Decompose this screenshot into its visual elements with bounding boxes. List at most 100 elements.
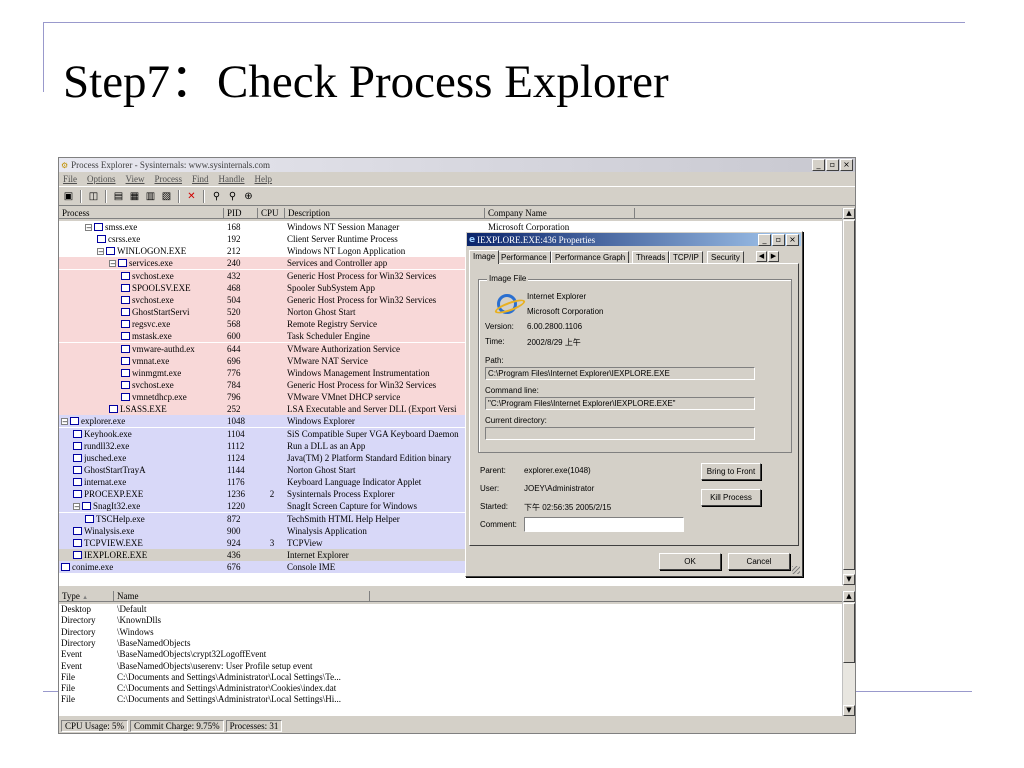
process-name-cell: vmnetdhcp.exe bbox=[121, 391, 224, 403]
handle-row[interactable]: File C:\Documents and Settings\Administra… bbox=[59, 672, 843, 683]
resize-grip-icon[interactable] bbox=[792, 566, 800, 574]
tab-scroll-left-button[interactable]: ◀ bbox=[756, 251, 767, 262]
handle-name: \BaseNamedObjects\crypt32LogoffEvent bbox=[117, 649, 267, 660]
toolbar-separator bbox=[178, 189, 180, 203]
scroll-down-arrow[interactable]: ▼ bbox=[843, 574, 855, 585]
process-icon bbox=[97, 235, 106, 244]
dialog-close-button[interactable]: × bbox=[786, 234, 799, 246]
kill-process-icon[interactable]: ✕ bbox=[185, 190, 198, 203]
dll-view-icon[interactable]: ▧ bbox=[160, 190, 173, 203]
tab-performance[interactable]: Performance bbox=[497, 251, 551, 263]
handle-row[interactable]: Directory \KnownDlls bbox=[59, 615, 843, 626]
process-icon bbox=[73, 466, 82, 474]
scroll-up-arrow[interactable]: ▲ bbox=[843, 591, 855, 602]
handle-row[interactable]: Directory \Windows bbox=[59, 627, 843, 638]
tab-threads[interactable]: Threads bbox=[632, 251, 670, 263]
tab-image[interactable]: Image bbox=[469, 250, 500, 264]
collapse-toggle-icon[interactable]: − bbox=[97, 247, 104, 255]
maximize-button[interactable]: ▫ bbox=[826, 159, 839, 171]
process-description: Norton Ghost Start bbox=[287, 307, 356, 318]
scroll-up-arrow[interactable]: ▲ bbox=[843, 208, 855, 219]
tab-scroll-right-button[interactable]: ▶ bbox=[768, 251, 779, 262]
process-icon bbox=[118, 259, 127, 268]
cancel-button[interactable]: Cancel bbox=[728, 553, 790, 570]
process-name: WINLOGON.EXE bbox=[117, 246, 187, 257]
handle-row[interactable]: File C:\Documents and Settings\Administra… bbox=[59, 694, 843, 705]
process-pid: 568 bbox=[227, 319, 241, 330]
started-label: Started: bbox=[480, 502, 509, 511]
process-scrollbar[interactable]: ▲ ▼ bbox=[842, 208, 855, 585]
properties-icon[interactable]: ▥ bbox=[144, 190, 157, 203]
handle-row[interactable]: Event \BaseNamedObjects\crypt32LogoffEven… bbox=[59, 649, 843, 660]
process-name-cell: svchost.exe bbox=[121, 270, 224, 282]
handle-row[interactable]: Desktop \Default bbox=[59, 604, 843, 615]
window-title: Process Explorer - Sysinternals: www.sys… bbox=[71, 160, 271, 170]
left-rule bbox=[43, 22, 44, 92]
process-name: rundll32.exe bbox=[84, 440, 130, 451]
handle-list-header: Type ▲ Name bbox=[59, 591, 843, 603]
comment-input[interactable] bbox=[524, 517, 684, 532]
version-label: Version: bbox=[485, 322, 514, 331]
column-cpu[interactable]: CPU bbox=[258, 208, 285, 219]
process-description: SiS Compatible Super VGA Keyboard Daemon bbox=[287, 428, 459, 439]
minimize-button[interactable]: _ bbox=[812, 159, 825, 171]
close-button[interactable]: × bbox=[840, 159, 853, 171]
process-pid: 924 bbox=[227, 537, 241, 548]
menu-options[interactable]: Options bbox=[87, 174, 116, 184]
collapse-toggle-icon[interactable]: − bbox=[73, 502, 80, 510]
column-process[interactable]: Process bbox=[59, 208, 224, 219]
menu-help[interactable]: Help bbox=[255, 174, 273, 184]
menu-view[interactable]: View bbox=[126, 174, 145, 184]
collapse-toggle-icon[interactable]: − bbox=[85, 223, 92, 231]
tab-security[interactable]: Security bbox=[707, 251, 744, 263]
process-name: winmgmt.exe bbox=[132, 367, 182, 378]
collapse-toggle-icon[interactable]: − bbox=[61, 417, 68, 425]
kill-process-button[interactable]: Kill Process bbox=[701, 489, 761, 506]
column-type[interactable]: Type ▲ bbox=[59, 591, 114, 602]
path-field[interactable]: C:\Program Files\Internet Explorer\IEXPL… bbox=[485, 367, 755, 380]
column-pid[interactable]: PID bbox=[224, 208, 258, 219]
current-directory-field[interactable] bbox=[485, 427, 755, 440]
handle-list[interactable]: Desktop \Default Directory \KnownDlls Direct… bbox=[59, 604, 843, 716]
handle-type: Directory bbox=[61, 615, 96, 626]
menu-file[interactable]: File bbox=[63, 174, 77, 184]
cpu-history-icon[interactable]: ▤ bbox=[112, 190, 125, 203]
tab-performance-graph[interactable]: Performance Graph bbox=[551, 251, 630, 263]
process-pid: 504 bbox=[227, 294, 241, 305]
column-company[interactable]: Company Name bbox=[485, 208, 635, 219]
dialog-titlebar[interactable]: e IEXPLORE.EXE:436 Properties _ ▫ × bbox=[467, 233, 801, 246]
command-line-label: Command line: bbox=[485, 386, 539, 395]
collapse-toggle-icon[interactable]: − bbox=[109, 259, 116, 267]
handle-row[interactable]: Directory \BaseNamedObjects bbox=[59, 638, 843, 649]
process-pid: 520 bbox=[227, 307, 241, 318]
process-icon bbox=[85, 514, 94, 523]
handle-row[interactable]: Event \BaseNamedObjects\userenv: User Pro… bbox=[59, 661, 843, 672]
scroll-down-arrow[interactable]: ▼ bbox=[843, 705, 855, 716]
refresh-icon[interactable]: ◫ bbox=[87, 190, 100, 203]
column-description[interactable]: Description bbox=[285, 208, 485, 219]
process-pid: 1220 bbox=[227, 501, 245, 512]
handle-scrollbar[interactable]: ▲ ▼ bbox=[842, 591, 855, 716]
find-icon[interactable]: ⚲ bbox=[210, 190, 223, 203]
window-titlebar[interactable]: ⚙ Process Explorer - Sysinternals: www.s… bbox=[59, 158, 855, 172]
menu-handle[interactable]: Handle bbox=[219, 174, 245, 184]
save-icon[interactable]: ▣ bbox=[62, 190, 75, 203]
process-pid: 168 bbox=[227, 222, 241, 232]
scroll-thumb[interactable] bbox=[843, 220, 855, 570]
ok-button[interactable]: OK bbox=[659, 553, 721, 570]
bring-to-front-button[interactable]: Bring to Front bbox=[701, 463, 761, 480]
handle-row[interactable]: File C:\Documents and Settings\Administra… bbox=[59, 683, 843, 694]
dialog-maximize-button[interactable]: ▫ bbox=[772, 234, 785, 246]
tab-tcpip[interactable]: TCP/IP bbox=[669, 251, 703, 263]
command-line-field[interactable]: "C:\Program Files\Internet Explorer\IEXP… bbox=[485, 397, 755, 410]
process-description: Client Server Runtime Process bbox=[287, 234, 398, 245]
scroll-thumb[interactable] bbox=[843, 603, 855, 663]
target-icon[interactable]: ⊕ bbox=[242, 190, 255, 203]
dialog-minimize-button[interactable]: _ bbox=[758, 234, 771, 246]
menu-process[interactable]: Process bbox=[155, 174, 183, 184]
top-rule bbox=[43, 22, 965, 23]
menu-find[interactable]: Find bbox=[192, 174, 209, 184]
system-info-icon[interactable]: ▦ bbox=[128, 190, 141, 203]
column-name[interactable]: Name bbox=[114, 591, 370, 602]
find-dll-icon[interactable]: ⚲ bbox=[226, 190, 239, 203]
